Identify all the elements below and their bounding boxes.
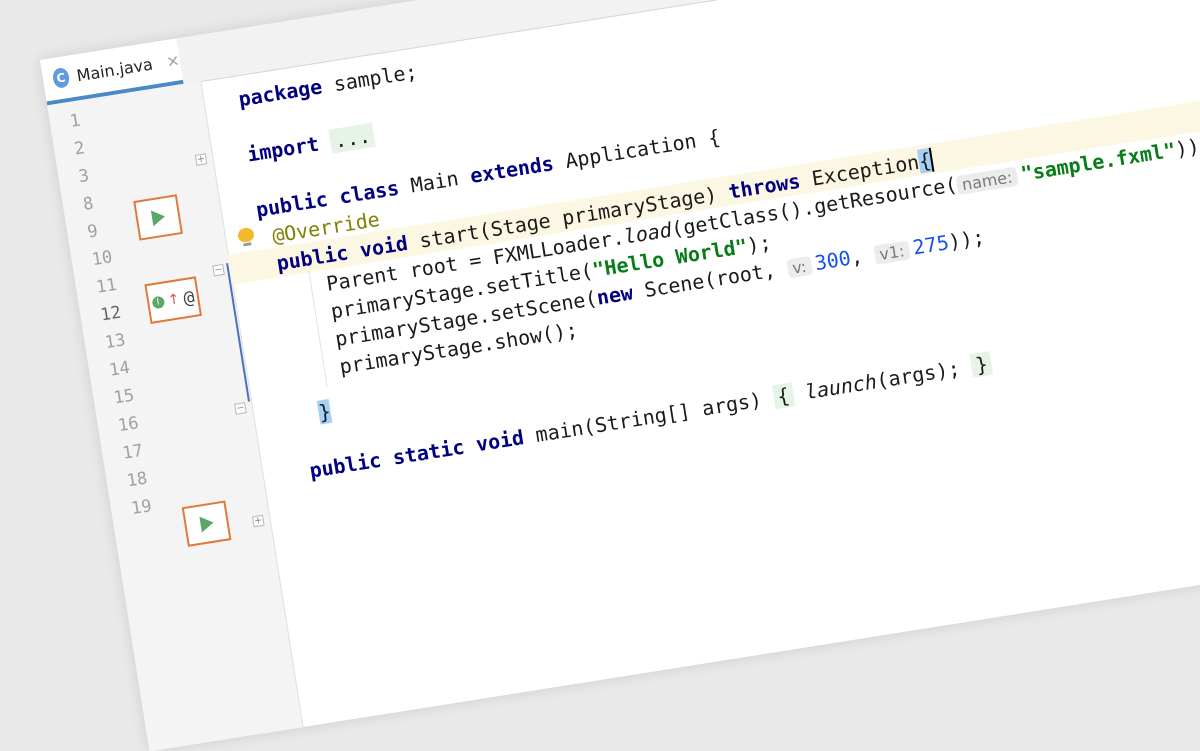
- line-number-current: 12: [99, 302, 123, 326]
- close-icon[interactable]: ×: [165, 50, 181, 71]
- indent-guide: [308, 270, 328, 388]
- line-number: 16: [116, 413, 141, 437]
- tab-label: Main.java: [75, 54, 155, 85]
- override-gutter-marker[interactable]: I ↑ @: [144, 276, 203, 324]
- line-number: 9: [86, 221, 100, 243]
- line-number: 2: [72, 138, 87, 160]
- java-class-icon: C: [51, 66, 71, 90]
- param-hint: name:: [955, 166, 1019, 195]
- arrow-up-icon: ↑: [166, 291, 181, 309]
- code-line-2[interactable]: import ...: [245, 121, 377, 169]
- run-gutter-button[interactable]: [133, 194, 183, 241]
- annotation-icon: @: [181, 286, 196, 309]
- run-gutter-button-main[interactable]: [181, 500, 232, 547]
- matched-brace: }: [316, 399, 333, 425]
- line-number: 17: [121, 440, 145, 464]
- fold-plus-icon[interactable]: +: [252, 514, 265, 528]
- implements-icon: I: [151, 295, 165, 310]
- line-number: 15: [112, 385, 136, 409]
- line-number: 8: [81, 193, 95, 215]
- line-number: 11: [94, 274, 119, 298]
- fold-plus-icon[interactable]: +: [194, 153, 208, 166]
- fold-minus-icon[interactable]: −: [234, 402, 247, 415]
- fold-minus-icon[interactable]: −: [212, 263, 225, 277]
- intention-bulb-icon[interactable]: [236, 226, 256, 247]
- editor-tab-bar: C Main.java ×: [40, 0, 1200, 107]
- param-hint: v1:: [873, 240, 911, 265]
- param-hint: v:: [786, 256, 813, 279]
- line-number: 19: [129, 496, 154, 520]
- line-number: 14: [107, 357, 132, 381]
- folded-imports[interactable]: ...: [328, 122, 377, 154]
- run-triangle-icon: [150, 208, 166, 227]
- code-line-14[interactable]: }: [316, 397, 333, 427]
- line-number: 18: [125, 468, 149, 492]
- line-number: 10: [90, 247, 114, 271]
- line-number: 3: [77, 165, 91, 188]
- run-triangle-icon: [198, 514, 215, 533]
- line-number: 13: [103, 330, 127, 354]
- ide-editor-window: C Main.java × 1 2 3 8 9 10 11 12 13 14 1…: [40, 0, 1200, 751]
- line-number-gutter[interactable]: 1 2 3 8 9 10 11 12 13 14 15 16 17 18 19 …: [47, 81, 305, 751]
- line-number: 1: [68, 110, 82, 132]
